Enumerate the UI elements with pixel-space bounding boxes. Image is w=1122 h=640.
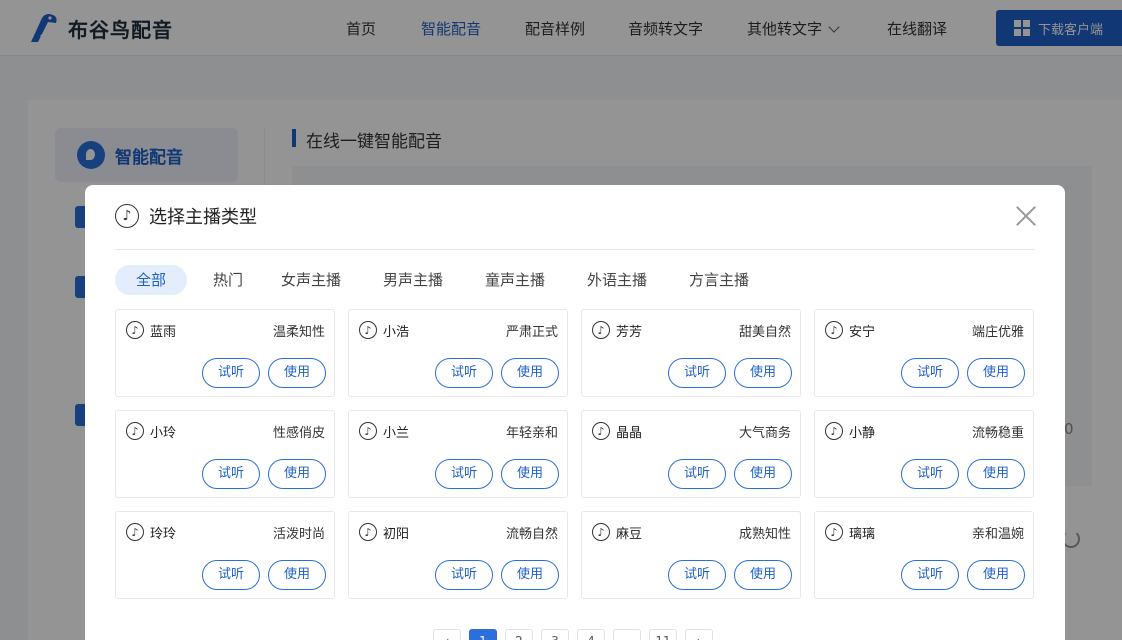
music-note-icon: ♪ bbox=[115, 204, 139, 228]
voice-card: ♪ 晶晶 大气商务 试听 使用 bbox=[581, 410, 801, 498]
use-button[interactable]: 使用 bbox=[734, 358, 792, 388]
use-button[interactable]: 使用 bbox=[734, 560, 792, 590]
voice-style: 亲和温婉 bbox=[971, 527, 1024, 542]
music-note-icon: ♪ bbox=[126, 523, 144, 541]
modal-title: 选择主播类型 bbox=[149, 207, 257, 228]
voice-style: 端庄优雅 bbox=[971, 325, 1024, 340]
voice-card: ♪ 小静 流畅稳重 试听 使用 bbox=[814, 410, 1034, 498]
voice-style: 活泼时尚 bbox=[272, 527, 325, 542]
voice-name: 璃璃 bbox=[849, 527, 876, 542]
voice-name: 麻豆 bbox=[616, 527, 643, 542]
music-note-icon: ♪ bbox=[825, 321, 843, 339]
use-button[interactable]: 使用 bbox=[967, 358, 1025, 388]
voice-style: 流畅稳重 bbox=[971, 426, 1024, 441]
listen-button[interactable]: 试听 bbox=[901, 560, 959, 590]
close-icon[interactable] bbox=[1015, 205, 1037, 227]
tab-male[interactable]: 男声主播 bbox=[379, 265, 447, 295]
voice-style: 流畅自然 bbox=[505, 527, 558, 542]
modal-divider bbox=[115, 249, 1035, 250]
voice-card: ♪ 玲玲 活泼时尚 试听 使用 bbox=[115, 511, 335, 599]
tab-dialect[interactable]: 方言主播 bbox=[685, 265, 753, 295]
voice-card: ♪ 小玲 性感俏皮 试听 使用 bbox=[115, 410, 335, 498]
use-button[interactable]: 使用 bbox=[967, 560, 1025, 590]
listen-button[interactable]: 试听 bbox=[668, 560, 726, 590]
voice-style: 年轻亲和 bbox=[505, 426, 558, 441]
tab-foreign[interactable]: 外语主播 bbox=[583, 265, 651, 295]
page-button[interactable]: 3 bbox=[541, 629, 569, 640]
listen-button[interactable]: 试听 bbox=[901, 459, 959, 489]
voice-name: 初阳 bbox=[383, 527, 410, 542]
voice-name: 玲玲 bbox=[150, 527, 177, 542]
use-button[interactable]: 使用 bbox=[501, 560, 559, 590]
voice-style: 温柔知性 bbox=[272, 325, 325, 340]
listen-button[interactable]: 试听 bbox=[435, 560, 493, 590]
voice-card: ♪ 小浩 严肃正式 试听 使用 bbox=[348, 309, 568, 397]
voice-style: 成熟知性 bbox=[738, 527, 791, 542]
music-note-icon: ♪ bbox=[825, 422, 843, 440]
voice-name: 小兰 bbox=[383, 426, 410, 441]
page-button[interactable]: 1 bbox=[469, 629, 497, 640]
music-note-icon: ♪ bbox=[359, 523, 377, 541]
listen-button[interactable]: 试听 bbox=[202, 459, 260, 489]
prev-page-button[interactable]: ‹ bbox=[433, 629, 461, 640]
voice-name: 小浩 bbox=[383, 325, 410, 340]
next-page-button[interactable]: › bbox=[685, 629, 713, 640]
page-button[interactable]: 2 bbox=[505, 629, 533, 640]
page-button[interactable]: 4 bbox=[577, 629, 605, 640]
voice-style: 严肃正式 bbox=[505, 325, 558, 340]
use-button[interactable]: 使用 bbox=[501, 459, 559, 489]
voice-name: 安宁 bbox=[849, 325, 876, 340]
use-button[interactable]: 使用 bbox=[734, 459, 792, 489]
voice-style: 甜美自然 bbox=[738, 325, 791, 340]
listen-button[interactable]: 试听 bbox=[435, 459, 493, 489]
voice-name: 小静 bbox=[849, 426, 876, 441]
listen-button[interactable]: 试听 bbox=[668, 459, 726, 489]
voice-name: 小玲 bbox=[150, 426, 177, 441]
voice-name: 晶晶 bbox=[616, 426, 643, 441]
tab-child[interactable]: 童声主播 bbox=[481, 265, 549, 295]
use-button[interactable]: 使用 bbox=[268, 358, 326, 388]
listen-button[interactable]: 试听 bbox=[202, 358, 260, 388]
music-note-icon: ♪ bbox=[592, 523, 610, 541]
voice-card: ♪ 蓝雨 温柔知性 试听 使用 bbox=[115, 309, 335, 397]
tab-all[interactable]: 全部 bbox=[115, 265, 187, 295]
music-note-icon: ♪ bbox=[592, 422, 610, 440]
voice-name: 芳芳 bbox=[616, 325, 643, 340]
voice-name: 蓝雨 bbox=[150, 325, 177, 340]
music-note-icon: ♪ bbox=[825, 523, 843, 541]
voice-card: ♪ 安宁 端庄优雅 试听 使用 bbox=[814, 309, 1034, 397]
use-button[interactable]: 使用 bbox=[268, 560, 326, 590]
page-button[interactable]: 11 bbox=[649, 629, 677, 640]
music-note-icon: ♪ bbox=[359, 321, 377, 339]
voice-style: 大气商务 bbox=[738, 426, 791, 441]
voice-card: ♪ 芳芳 甜美自然 试听 使用 bbox=[581, 309, 801, 397]
tab-female[interactable]: 女声主播 bbox=[277, 265, 345, 295]
select-voice-modal: ♪ 选择主播类型 全部 热门 女声主播 男声主播 童声主播 外语主播 方言主播 … bbox=[85, 185, 1065, 640]
use-button[interactable]: 使用 bbox=[501, 358, 559, 388]
modal-header: ♪ 选择主播类型 bbox=[115, 203, 257, 229]
voice-card: ♪ 麻豆 成熟知性 试听 使用 bbox=[581, 511, 801, 599]
listen-button[interactable]: 试听 bbox=[202, 560, 260, 590]
tab-hot[interactable]: 热门 bbox=[203, 265, 253, 295]
listen-button[interactable]: 试听 bbox=[901, 358, 959, 388]
page-ellipsis[interactable]: … bbox=[613, 629, 641, 640]
voice-card: ♪ 璃璃 亲和温婉 试听 使用 bbox=[814, 511, 1034, 599]
music-note-icon: ♪ bbox=[126, 321, 144, 339]
music-note-icon: ♪ bbox=[126, 422, 144, 440]
music-note-icon: ♪ bbox=[592, 321, 610, 339]
use-button[interactable]: 使用 bbox=[967, 459, 1025, 489]
music-note-icon: ♪ bbox=[359, 422, 377, 440]
use-button[interactable]: 使用 bbox=[268, 459, 326, 489]
voice-card: ♪ 小兰 年轻亲和 试听 使用 bbox=[348, 410, 568, 498]
listen-button[interactable]: 试听 bbox=[668, 358, 726, 388]
voice-style: 性感俏皮 bbox=[272, 426, 325, 441]
listen-button[interactable]: 试听 bbox=[435, 358, 493, 388]
voice-card: ♪ 初阳 流畅自然 试听 使用 bbox=[348, 511, 568, 599]
